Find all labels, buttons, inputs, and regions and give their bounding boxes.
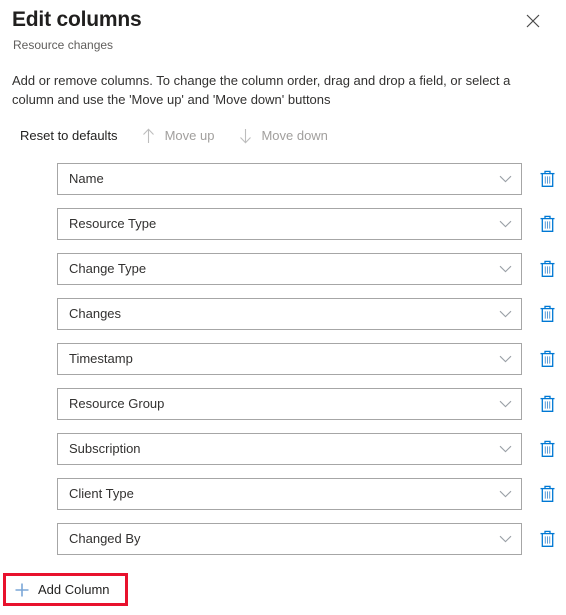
delete-column-button-6[interactable] <box>533 435 561 463</box>
chevron-down-icon <box>497 306 513 322</box>
column-row: Resource Type <box>57 208 566 240</box>
delete-column-button-3[interactable] <box>533 300 561 328</box>
column-select-label: Timestamp <box>69 351 133 366</box>
column-row: Changes <box>57 298 566 330</box>
trash-icon <box>539 395 556 413</box>
chevron-down-icon <box>497 171 513 187</box>
reset-to-defaults-button[interactable]: Reset to defaults <box>20 127 118 145</box>
close-button[interactable] <box>520 8 546 34</box>
column-select-label: Resource Type <box>69 216 157 231</box>
column-row: Timestamp <box>57 343 566 375</box>
add-column-button[interactable]: Add Column <box>6 576 116 603</box>
columns-list: Name Resource Type Change Type Changes T… <box>0 163 566 555</box>
column-row: Resource Group <box>57 388 566 420</box>
page-title: Edit columns <box>12 8 142 31</box>
arrow-down-icon <box>236 127 254 145</box>
trash-icon <box>539 215 556 233</box>
column-select-6[interactable]: Subscription <box>57 433 522 465</box>
plus-icon <box>13 581 30 598</box>
trash-icon <box>539 530 556 548</box>
arrow-up-icon <box>140 127 158 145</box>
column-row: Changed By <box>57 523 566 555</box>
trash-icon <box>539 350 556 368</box>
chevron-down-icon <box>497 531 513 547</box>
column-select-4[interactable]: Timestamp <box>57 343 522 375</box>
trash-icon <box>539 485 556 503</box>
delete-column-button-0[interactable] <box>533 165 561 193</box>
delete-column-button-2[interactable] <box>533 255 561 283</box>
delete-column-button-1[interactable] <box>533 210 561 238</box>
add-column-highlight: Add Column <box>3 573 128 606</box>
column-select-label: Change Type <box>69 261 147 276</box>
column-select-label: Changes <box>69 306 122 321</box>
move-up-button[interactable]: Move up <box>140 127 215 145</box>
panel-subtitle: Resource changes <box>13 38 114 52</box>
column-select-label: Subscription <box>69 441 141 456</box>
reset-to-defaults-label: Reset to defaults <box>20 128 118 143</box>
column-select-label: Changed By <box>69 531 141 546</box>
chevron-down-icon <box>497 441 513 457</box>
column-select-2[interactable]: Change Type <box>57 253 522 285</box>
command-bar: Reset to defaults Move up Move down <box>20 123 566 149</box>
delete-column-button-4[interactable] <box>533 345 561 373</box>
trash-icon <box>539 440 556 458</box>
column-row: Subscription <box>57 433 566 465</box>
column-select-0[interactable]: Name <box>57 163 522 195</box>
trash-icon <box>539 260 556 278</box>
move-up-label: Move up <box>164 128 215 143</box>
column-select-label: Client Type <box>69 486 134 501</box>
column-row: Name <box>57 163 566 195</box>
column-select-8[interactable]: Changed By <box>57 523 522 555</box>
column-select-label: Resource Group <box>69 396 165 411</box>
column-row: Change Type <box>57 253 566 285</box>
column-select-7[interactable]: Client Type <box>57 478 522 510</box>
close-icon <box>526 14 540 28</box>
trash-icon <box>539 170 556 188</box>
chevron-down-icon <box>497 486 513 502</box>
move-down-label: Move down <box>261 128 328 143</box>
title-row: Edit columns <box>12 6 550 34</box>
panel-header: Edit columns Resource changes <box>0 0 566 53</box>
chevron-down-icon <box>497 351 513 367</box>
trash-icon <box>539 305 556 323</box>
add-column-label: Add Column <box>38 581 110 597</box>
column-select-3[interactable]: Changes <box>57 298 522 330</box>
column-select-5[interactable]: Resource Group <box>57 388 522 420</box>
chevron-down-icon <box>497 216 513 232</box>
chevron-down-icon <box>497 396 513 412</box>
chevron-down-icon <box>497 261 513 277</box>
column-select-label: Name <box>69 171 104 186</box>
move-down-button[interactable]: Move down <box>236 127 328 145</box>
delete-column-button-5[interactable] <box>533 390 561 418</box>
column-select-1[interactable]: Resource Type <box>57 208 522 240</box>
panel-description: Add or remove columns. To change the col… <box>12 73 511 107</box>
column-row: Client Type <box>57 478 566 510</box>
delete-column-button-7[interactable] <box>533 480 561 508</box>
delete-column-button-8[interactable] <box>533 525 561 553</box>
